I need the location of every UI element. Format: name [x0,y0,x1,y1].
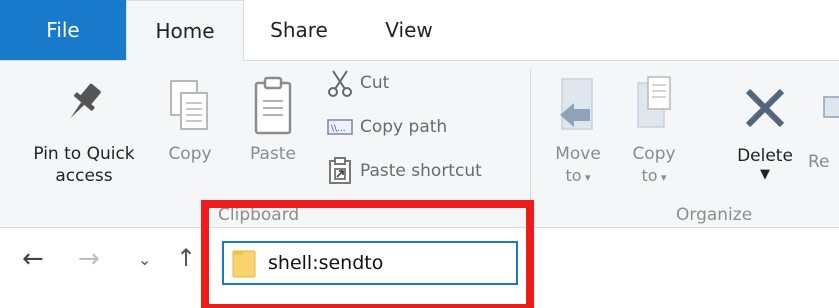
pin-label-line2: access [55,166,113,186]
ribbon-tab-bar: File Home Share View [0,0,839,61]
highlight-box [201,200,534,308]
move-to-button[interactable]: Move to ▾ [548,75,608,189]
pin-label-line1: Pin to Quick [33,144,135,164]
copy-path-icon: \\... [326,113,354,141]
tab-view-label: View [385,18,433,42]
copy-path-label: Copy path [360,117,448,137]
up-arrow-icon[interactable]: ↑ [176,244,196,272]
rename-label: Re [808,152,830,172]
svg-text:\\...: \\... [331,124,346,134]
copy-label: Copy [168,144,212,164]
copy-to-label-line2: to [641,166,658,185]
tab-view[interactable]: View [354,0,464,60]
delete-x-icon [745,88,785,128]
tab-file[interactable]: File [0,0,126,60]
paste-label: Paste [250,144,296,164]
paste-shortcut-label: Paste shortcut [360,161,482,181]
rename-icon [823,96,839,118]
paste-button[interactable]: Paste [238,75,308,165]
tab-home-label: Home [155,19,215,43]
move-to-icon [560,78,593,130]
paste-shortcut-icon [326,157,354,185]
cut-label: Cut [360,73,390,93]
delete-button[interactable]: Delete ▼ [728,85,802,183]
delete-label: Delete [737,146,793,166]
rename-button[interactable]: Re [808,85,839,173]
forward-arrow-icon[interactable]: → [78,244,100,274]
move-to-label-line2: to [565,166,582,185]
chevron-down-icon: ▼ [760,167,770,182]
tab-share-label: Share [270,18,328,42]
paste-shortcut-button[interactable]: Paste shortcut [326,157,482,185]
scissors-icon [326,69,354,97]
cut-button[interactable]: Cut [326,69,389,97]
chevron-down-icon: ▾ [581,171,591,184]
tab-share[interactable]: Share [244,0,354,60]
copy-to-button[interactable]: Copy to ▾ [624,75,684,189]
tab-file-label: File [46,18,80,42]
copy-button[interactable]: Copy [158,77,222,165]
organize-group-label: Organize [676,205,753,225]
clipboard-paste-icon [254,76,292,135]
copy-path-button[interactable]: \\... Copy path [326,113,447,141]
tab-home[interactable]: Home [126,0,244,61]
pin-to-quick-access-button[interactable]: Pin to Quick access [16,77,152,187]
move-to-label-line1: Move [555,144,601,164]
recent-locations-chevron-icon[interactable]: ⌄ [138,250,151,269]
chevron-down-icon: ▾ [657,171,667,184]
copy-to-label-line1: Copy [632,144,676,164]
group-separator [530,69,531,219]
back-arrow-icon[interactable]: ← [22,244,44,274]
pin-icon [70,83,101,119]
copy-icon [170,80,208,130]
copy-to-icon [637,76,671,128]
